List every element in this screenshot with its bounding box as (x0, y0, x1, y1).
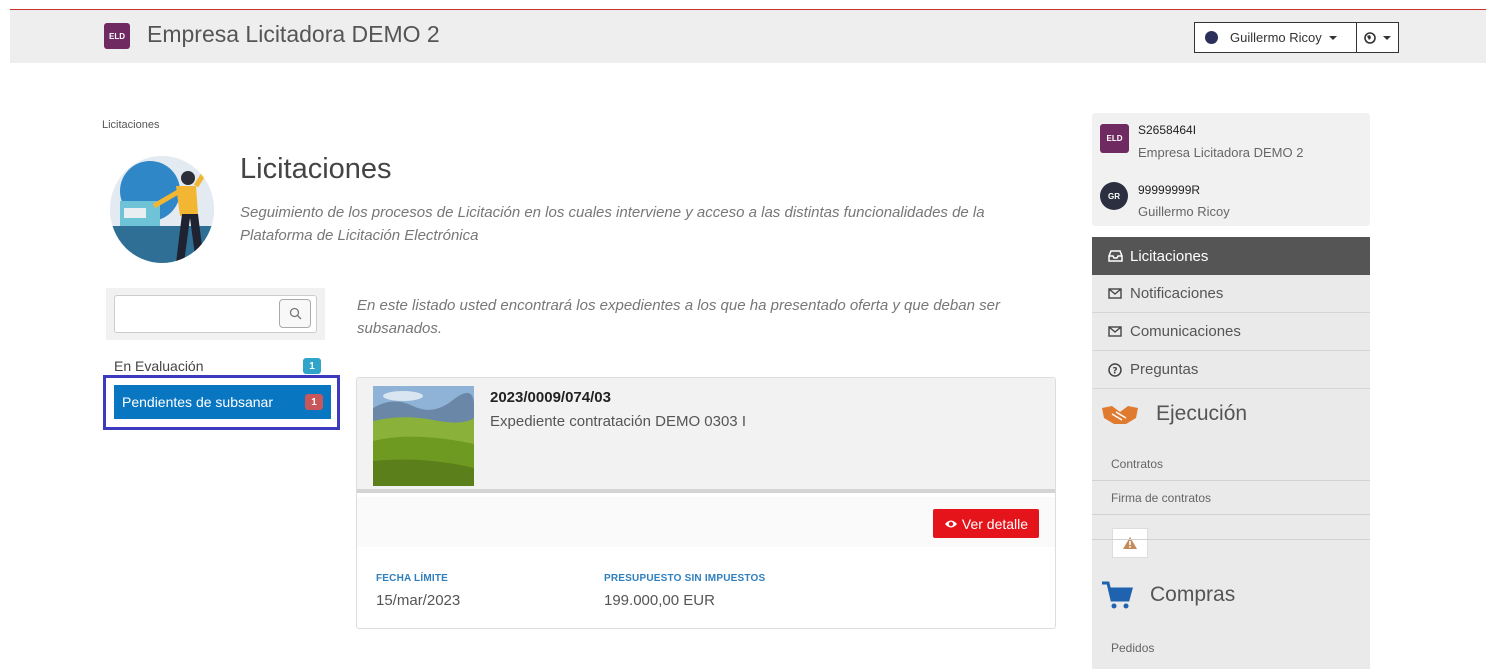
side-navigation: Licitaciones Notificaciones Comunicacion… (1092, 237, 1370, 669)
card-header: 2023/0009/074/03 Expediente contratación… (357, 378, 1055, 493)
filter-label: Pendientes de subsanar (122, 394, 273, 410)
eye-icon (944, 520, 957, 527)
ver-detalle-label: Ver detalle (961, 515, 1029, 532)
user-menu-button[interactable]: Guillermo Ricoy (1194, 22, 1357, 53)
svg-text:?: ? (1112, 366, 1117, 376)
fecha-limite-value: 15/mar/2023 (376, 592, 461, 609)
filter-label: En Evaluación (114, 358, 204, 374)
nav-label: Notificaciones (1130, 285, 1224, 302)
nav-comunicaciones[interactable]: Comunicaciones (1092, 313, 1370, 351)
section-compras: Compras (1092, 577, 1370, 613)
intro-text: En este listado usted encontrará los exp… (357, 297, 1000, 337)
fecha-limite-label: FECHA LÍMITE (376, 573, 449, 584)
section-title: Compras (1150, 583, 1236, 606)
company-name: Empresa Licitadora DEMO 2 (1138, 145, 1304, 160)
nav-label: Comunicaciones (1130, 323, 1241, 340)
user-avatar: GR (1100, 182, 1128, 210)
globe-icon (1364, 31, 1376, 44)
user-menu-label: Guillermo Ricoy (1230, 30, 1322, 45)
divider (1092, 539, 1370, 540)
card-actions: Ver detalle (357, 497, 1055, 547)
page-subtitle: Seguimiento de los procesos de Licitació… (240, 204, 985, 244)
nav-preguntas[interactable]: ? Preguntas (1092, 351, 1370, 389)
search-button[interactable] (279, 299, 311, 328)
expediente-description: Expediente contratación DEMO 0303 I (490, 413, 746, 430)
top-bar: ELD Empresa Licitadora DEMO 2 Guillermo … (10, 10, 1486, 63)
envelope-icon (1108, 288, 1124, 299)
section-title: Ejecución (1156, 402, 1248, 425)
warning-button[interactable] (1112, 528, 1148, 558)
breadcrumb[interactable]: Licitaciones (102, 119, 159, 131)
handshake-icon (1102, 406, 1138, 424)
nav-label: Licitaciones (1130, 247, 1209, 265)
presupuesto-label: PRESUPUESTO SIN IMPUESTOS (604, 573, 766, 584)
nav-label: Preguntas (1130, 361, 1199, 378)
link-contratos[interactable]: Contratos (1092, 447, 1370, 481)
section-ejecucion: Ejecución (1092, 395, 1370, 433)
user-status-icon (1205, 31, 1218, 44)
hero-illustration (110, 156, 214, 263)
count-badge: 1 (305, 394, 323, 410)
search-icon (289, 307, 301, 320)
search-panel (106, 288, 325, 340)
brand-name[interactable]: Empresa Licitadora DEMO 2 (147, 21, 440, 48)
filter-pendientes-de-subsanar[interactable]: Pendientes de subsanar 1 (114, 385, 331, 419)
nav-notificaciones[interactable]: Notificaciones (1092, 275, 1370, 313)
link-pedidos[interactable]: Pedidos (1092, 631, 1370, 665)
envelope-icon (1108, 326, 1124, 337)
chevron-down-icon (1383, 35, 1391, 40)
ver-detalle-button[interactable]: Ver detalle (933, 509, 1039, 538)
inbox-icon (1108, 250, 1124, 262)
page-title: Licitaciones (240, 153, 392, 185)
chevron-down-icon (1328, 35, 1337, 40)
expediente-card: 2023/0009/074/03 Expediente contratación… (356, 377, 1056, 629)
brand-badge: ELD (104, 23, 130, 49)
nav-licitaciones[interactable]: Licitaciones (1092, 237, 1370, 275)
identity-panel: ELD S2658464I Empresa Licitadora DEMO 2 … (1092, 113, 1370, 226)
count-badge: 1 (303, 358, 321, 374)
company-badge: ELD (1100, 124, 1129, 153)
language-menu-button[interactable] (1356, 22, 1399, 53)
user-code: 99999999R (1138, 183, 1201, 197)
company-code: S2658464I (1138, 123, 1197, 137)
link-firma-de-contratos[interactable]: Firma de contratos (1092, 481, 1370, 515)
user-name: Guillermo Ricoy (1138, 204, 1230, 219)
cart-icon (1102, 581, 1133, 609)
question-icon: ? (1108, 362, 1124, 377)
presupuesto-value: 199.000,00 EUR (604, 592, 715, 609)
expediente-thumbnail (373, 386, 474, 486)
expediente-code[interactable]: 2023/0009/074/03 (490, 389, 611, 406)
